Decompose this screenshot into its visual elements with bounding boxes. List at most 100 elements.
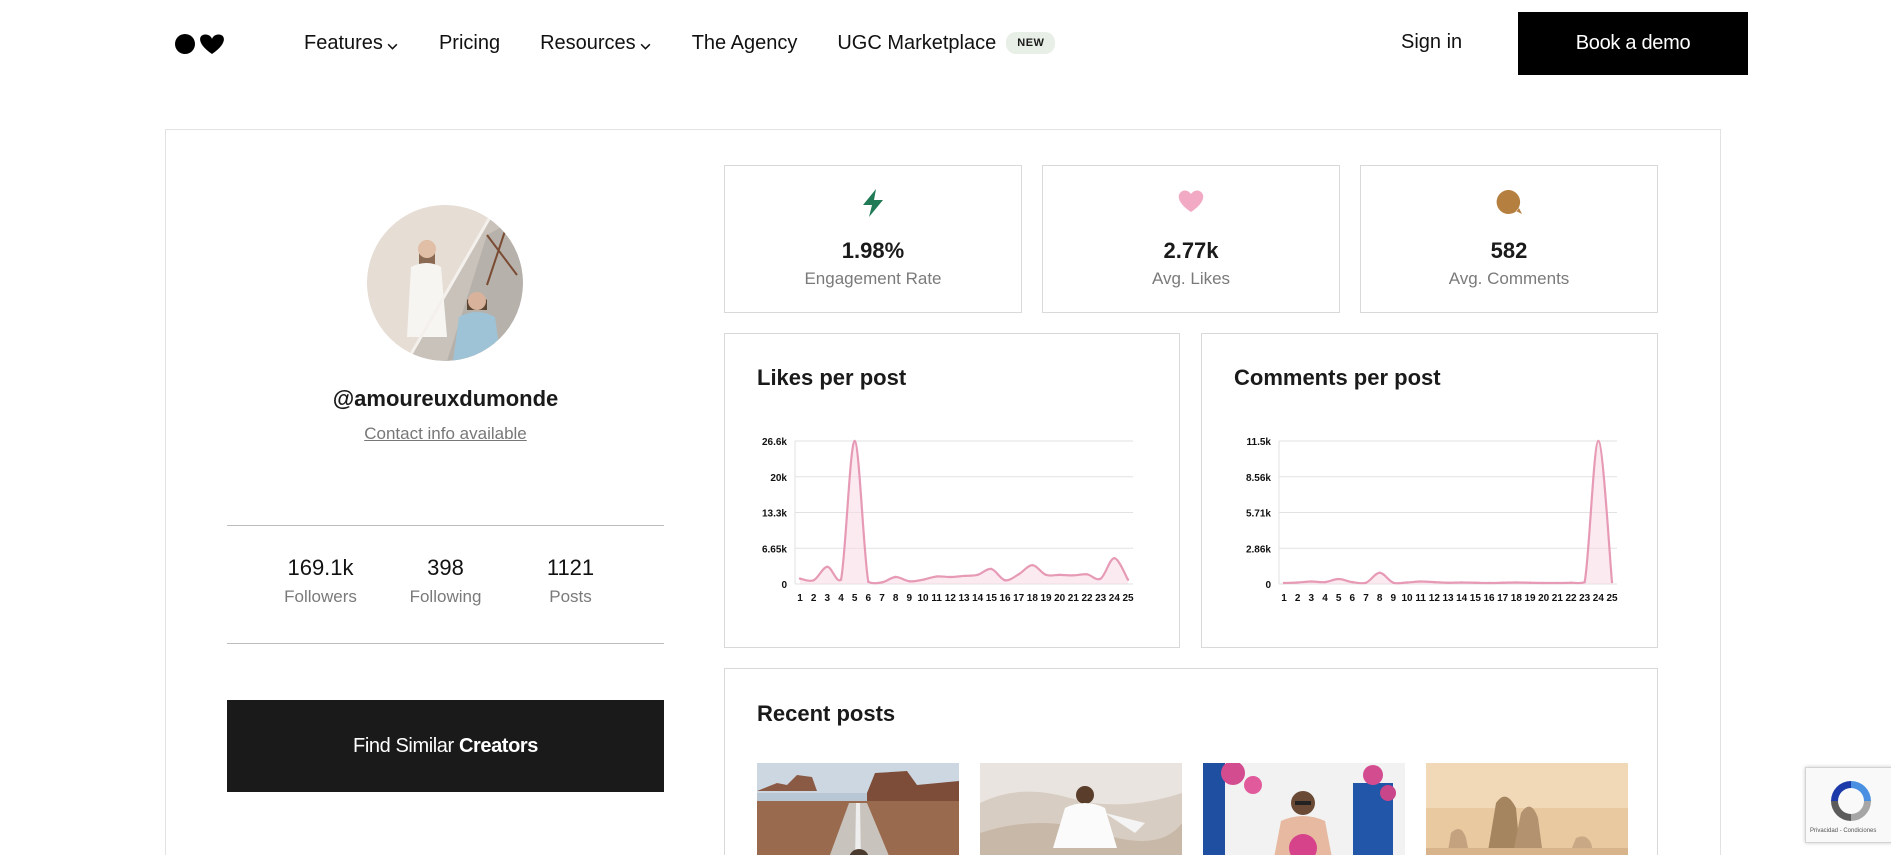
data-point[interactable] xyxy=(1610,580,1614,584)
data-point[interactable] xyxy=(1515,581,1518,584)
metric-label: Avg. Likes xyxy=(1151,269,1231,288)
data-point[interactable] xyxy=(921,578,925,581)
y-tick-label: 5.71k xyxy=(1246,509,1271,520)
post-thumbnail[interactable] xyxy=(757,763,959,855)
data-point[interactable] xyxy=(1351,580,1354,584)
x-tick-label: 2 xyxy=(811,593,817,604)
metric-value: 2.77k xyxy=(1163,238,1219,263)
recaptcha-icon xyxy=(1831,781,1871,821)
post-thumbnail[interactable] xyxy=(1203,763,1405,855)
likes-chart-plot: 06.65k13.3k20k26.6k1 2 3 4 5 6 7 8 9 10 11 12 13 14 15… xyxy=(762,437,1134,604)
post-thumbnail[interactable] xyxy=(1426,763,1628,855)
recaptcha-badge[interactable]: Privacidad - Condiciones xyxy=(1805,767,1891,843)
main-nav: Features Pricing Resources The Agency UG… xyxy=(304,26,1095,60)
data-point[interactable] xyxy=(1058,573,1061,577)
data-point[interactable] xyxy=(990,567,993,571)
find-similar-label: Find Similar xyxy=(353,734,459,757)
book-demo-button[interactable]: Book a demo xyxy=(1518,12,1748,75)
data-point[interactable] xyxy=(1323,580,1327,584)
metric-label: Engagement Rate xyxy=(804,269,942,288)
data-point[interactable] xyxy=(1501,581,1504,584)
data-point[interactable] xyxy=(1392,581,1395,584)
data-point[interactable] xyxy=(976,573,979,577)
x-tick-label: 15 xyxy=(1470,593,1482,604)
new-badge: NEW xyxy=(1006,32,1056,54)
divider xyxy=(227,643,664,644)
x-tick-label: 4 xyxy=(838,593,844,604)
data-point[interactable] xyxy=(1003,579,1007,582)
x-tick-label: 23 xyxy=(1579,593,1591,604)
nav-pricing[interactable]: Pricing xyxy=(439,32,500,55)
data-point[interactable] xyxy=(1405,581,1409,584)
nav-features[interactable]: Features xyxy=(304,32,399,55)
data-point[interactable] xyxy=(949,575,952,579)
data-point[interactable] xyxy=(1072,574,1075,577)
data-point[interactable] xyxy=(798,577,802,580)
data-point[interactable] xyxy=(1085,573,1089,576)
x-tick-label: 4 xyxy=(1322,593,1328,604)
data-point[interactable] xyxy=(1419,580,1422,583)
data-point[interactable] xyxy=(1126,578,1130,581)
recent-posts-title: Recent posts xyxy=(757,701,896,726)
data-point[interactable] xyxy=(1337,577,1340,581)
x-tick-label: 6 xyxy=(866,593,872,604)
data-point[interactable] xyxy=(1446,581,1450,584)
divider xyxy=(227,525,664,526)
data-point[interactable] xyxy=(1569,581,1573,584)
data-point[interactable] xyxy=(1031,563,1034,567)
brand-logo[interactable] xyxy=(175,33,225,55)
x-tick-label: 22 xyxy=(1081,593,1093,604)
nav-pricing-label: Pricing xyxy=(438,31,501,54)
data-point[interactable] xyxy=(1528,581,1532,584)
data-point[interactable] xyxy=(1474,581,1477,584)
data-point[interactable] xyxy=(812,579,815,582)
data-point[interactable] xyxy=(935,575,938,578)
data-point[interactable] xyxy=(1597,439,1600,443)
data-point[interactable] xyxy=(1364,581,1368,584)
find-similar-creators-button[interactable]: Find Similar Creators xyxy=(227,700,664,792)
data-point[interactable] xyxy=(853,439,856,443)
data-point[interactable] xyxy=(1460,581,1463,584)
data-point[interactable] xyxy=(1542,581,1545,585)
sign-in-link[interactable]: Sign in xyxy=(1401,31,1462,54)
data-point[interactable] xyxy=(1487,581,1491,585)
data-point[interactable] xyxy=(1556,581,1559,585)
x-tick-label: 24 xyxy=(1593,593,1605,604)
x-tick-label: 21 xyxy=(1552,593,1564,604)
x-tick-label: 12 xyxy=(1429,593,1441,604)
data-point[interactable] xyxy=(880,581,884,584)
stat-following: 398 Following xyxy=(383,555,508,607)
data-point[interactable] xyxy=(1017,573,1020,576)
data-point[interactable] xyxy=(826,565,829,568)
data-point[interactable] xyxy=(839,578,843,581)
data-point[interactable] xyxy=(1282,581,1286,585)
data-point[interactable] xyxy=(1378,571,1381,575)
metric-avg-comments: 582 Avg. Comments xyxy=(1360,165,1658,313)
data-point[interactable] xyxy=(1099,577,1102,580)
x-tick-label: 25 xyxy=(1122,593,1134,604)
data-point[interactable] xyxy=(1583,580,1586,584)
data-point[interactable] xyxy=(1310,580,1313,583)
x-tick-label: 20 xyxy=(1054,593,1066,604)
post-thumbnail[interactable] xyxy=(980,763,1182,855)
x-tick-label: 5 xyxy=(1336,593,1342,604)
nav-ugc-marketplace[interactable]: UGC Marketplace NEW xyxy=(837,32,1056,55)
data-point[interactable] xyxy=(1296,581,1299,584)
data-point[interactable] xyxy=(867,580,870,584)
data-point[interactable] xyxy=(908,580,911,583)
data-point[interactable] xyxy=(1044,573,1048,577)
data-point[interactable] xyxy=(962,574,966,578)
data-point[interactable] xyxy=(894,575,897,579)
nav-the-agency[interactable]: The Agency xyxy=(692,32,798,55)
stat-label: Posts xyxy=(549,587,592,606)
x-tick-label: 18 xyxy=(1511,593,1523,604)
contact-info-link[interactable]: Contact info available xyxy=(227,424,664,444)
data-point[interactable] xyxy=(1113,556,1116,560)
creator-handle: @amoureuxdumonde xyxy=(332,386,559,411)
stat-value: 1121 xyxy=(546,555,595,580)
x-tick-label: 13 xyxy=(958,593,970,604)
data-point[interactable] xyxy=(1433,580,1436,584)
x-tick-label: 16 xyxy=(999,593,1011,604)
nav-resources[interactable]: Resources xyxy=(540,32,652,55)
y-tick-label: 6.65k xyxy=(762,544,787,555)
